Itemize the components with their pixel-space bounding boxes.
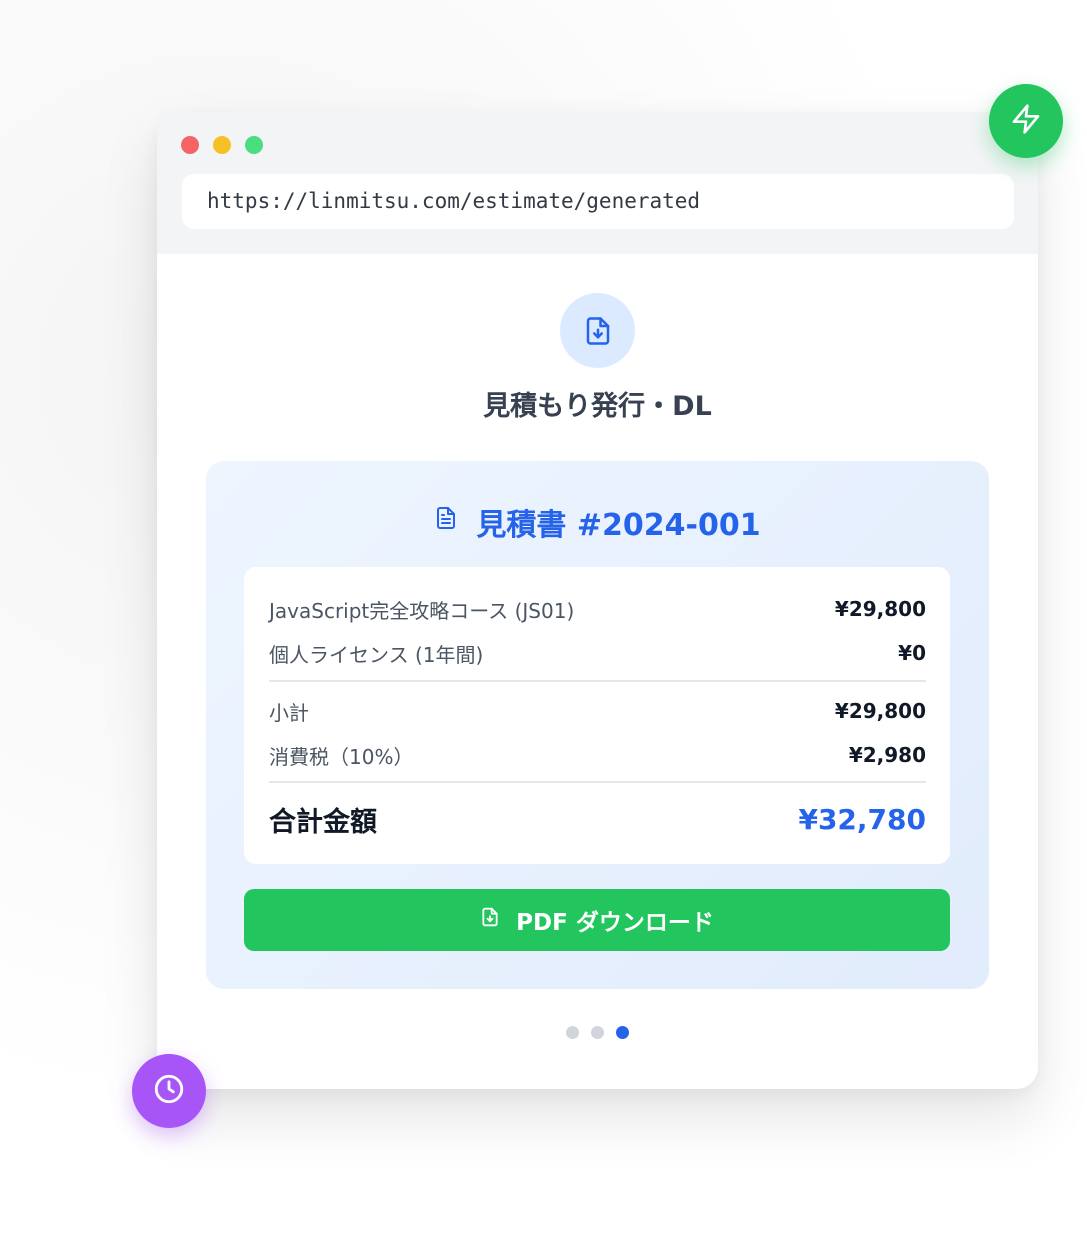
estimate-card: 見積書 #2024-001 JavaScript完全攻略コース (JS01) ¥… xyxy=(206,461,989,989)
step-pager xyxy=(157,1026,1038,1040)
browser-titlebar: https://linmitsu.com/estimate/generated xyxy=(157,112,1038,254)
tax-label: 消費税（10%） xyxy=(269,744,414,769)
close-window-dot[interactable] xyxy=(181,136,199,154)
file-download-icon xyxy=(560,293,635,368)
pdf-download-label: PDF ダウンロード xyxy=(516,910,714,936)
minimize-window-dot[interactable] xyxy=(213,136,231,154)
estimate-heading: 見積書 #2024-001 xyxy=(206,501,989,543)
step-title: 見積もり発行・DL xyxy=(483,391,712,422)
line-item-price: ¥29,800 xyxy=(834,597,926,621)
bolt-button[interactable] xyxy=(989,84,1063,158)
divider xyxy=(269,680,926,682)
line-item-label: 個人ライセンス (1年間) xyxy=(269,642,484,667)
line-item: JavaScript完全攻略コース (JS01) ¥29,800 xyxy=(269,594,926,624)
clock-button[interactable] xyxy=(132,1054,206,1128)
clock-icon xyxy=(152,1072,186,1110)
pager-dot[interactable] xyxy=(566,1026,579,1039)
total-label: 合計金額 xyxy=(269,806,377,838)
divider xyxy=(269,781,926,783)
line-item-price: ¥0 xyxy=(898,641,926,665)
file-download-icon xyxy=(480,906,500,934)
maximize-window-dot[interactable] xyxy=(245,136,263,154)
subtotal-value: ¥29,800 xyxy=(834,699,926,723)
line-item-label: JavaScript完全攻略コース (JS01) xyxy=(269,598,575,623)
pager-dot[interactable] xyxy=(591,1026,604,1039)
invoice-table: JavaScript完全攻略コース (JS01) ¥29,800 個人ライセンス… xyxy=(244,567,950,864)
subtotal-label: 小計 xyxy=(269,700,309,725)
document-icon xyxy=(434,504,458,540)
total-row: 合計金額 ¥32,780 xyxy=(269,800,926,838)
subtotal-row: 小計 ¥29,800 xyxy=(269,696,926,726)
pdf-download-button[interactable]: PDF ダウンロード xyxy=(244,889,950,951)
estimate-title: 見積書 #2024-001 xyxy=(476,508,761,543)
tax-row: 消費税（10%） ¥2,980 xyxy=(269,740,926,770)
tax-value: ¥2,980 xyxy=(848,743,926,767)
address-bar[interactable]: https://linmitsu.com/estimate/generated xyxy=(182,174,1014,229)
browser-window: https://linmitsu.com/estimate/generated … xyxy=(157,112,1038,1089)
pager-dot-active[interactable] xyxy=(616,1026,629,1039)
bolt-icon xyxy=(1010,103,1042,139)
line-item: 個人ライセンス (1年間) ¥0 xyxy=(269,638,926,668)
total-value: ¥32,780 xyxy=(798,802,926,836)
